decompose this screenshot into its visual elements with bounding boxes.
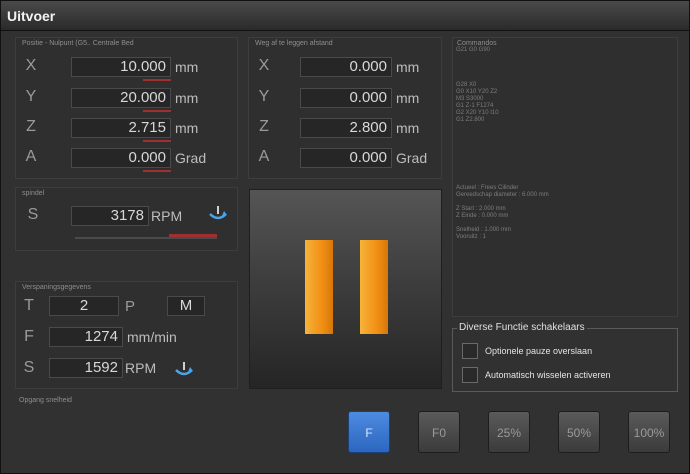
optional-pause-checkbox[interactable] — [462, 343, 478, 359]
distance-value-a: 0.000 — [300, 148, 392, 168]
spindle-label: S — [27, 206, 39, 223]
spindle-track — [75, 237, 217, 239]
override-button-2[interactable]: 25% — [488, 411, 530, 453]
speed-value: 1592 — [49, 358, 123, 378]
tool-info-line: Gereedschap diameter : 6.000 mm — [456, 192, 549, 198]
tool-info-line: Actueel : Frees Cilinder — [456, 185, 519, 191]
tool-label: T — [24, 297, 34, 314]
command-line: M3 S3000 — [456, 96, 484, 102]
feed-label: F — [24, 328, 34, 345]
spindle-panel-title: spindel — [22, 190, 45, 197]
position-value-z: 2.715 — [71, 118, 171, 138]
position-unit-y: mm — [175, 90, 199, 106]
spindle-rotation-icon — [209, 206, 227, 220]
command-line: G0 X10 Y20 Z2 — [456, 89, 498, 95]
switch-optional-pause[interactable]: Optionele pauze overslaan — [462, 343, 662, 361]
tool-number-value: 2 — [49, 296, 119, 316]
position-load-bar-y — [143, 110, 171, 112]
spindle-speed-value: 3178 — [71, 206, 149, 226]
speed-unit: RPM — [125, 360, 157, 376]
pause-icon-left — [305, 240, 333, 334]
position-unit-z: mm — [175, 120, 199, 136]
distance-unit-x: mm — [396, 59, 420, 75]
distance-axis-label-x: X — [258, 57, 270, 74]
distance-axis-label-a: A — [258, 148, 270, 165]
commands-panel: Commandos — [452, 37, 678, 317]
auto-change-checkbox[interactable] — [462, 367, 478, 383]
pause-icon-right — [360, 240, 388, 334]
command-line: G21 G0 G90 — [456, 47, 491, 53]
position-panel-title: Positie - Nulpunt (G5.. Centrale Bed — [22, 40, 134, 47]
distance-value-y: 0.000 — [300, 88, 392, 108]
command-line: G2 X20 Y10 I10 — [456, 110, 499, 116]
distance-unit-z: mm — [396, 120, 420, 136]
position-axis-label-a: A — [25, 148, 37, 165]
feed-unit: mm/min — [127, 329, 177, 345]
position-unit-a: Grad — [175, 150, 207, 166]
output-window: Uitvoer Positie - Nulpunt (G5.. Centrale… — [0, 0, 690, 474]
override-button-4[interactable]: 100% — [628, 411, 670, 453]
position-value-x: 10.000 — [71, 57, 171, 77]
tool-info-line: Z Start : 2.000 mm — [456, 206, 506, 212]
title-bar: Uitvoer — [1, 1, 689, 31]
command-line: G28 X0 — [456, 82, 477, 88]
distance-axis-label-z: Z — [259, 118, 269, 135]
p-label: P — [125, 298, 136, 315]
feed-value: 1274 — [49, 327, 123, 347]
speed-label: S — [23, 359, 35, 376]
position-load-bar-x — [143, 79, 171, 81]
position-unit-x: mm — [175, 59, 199, 75]
pause-button[interactable] — [249, 189, 442, 389]
tool-info-line: Snelheid : 1.000 mm — [456, 227, 512, 233]
position-axis-label-z: Z — [26, 118, 36, 135]
distance-unit-a: Grad — [396, 150, 428, 166]
tool-info-line: Z Einde : 0.000 mm — [456, 213, 509, 219]
position-axis-label-x: X — [25, 57, 37, 74]
override-button-0[interactable]: F — [348, 411, 390, 453]
position-value-a: 0.000 — [71, 148, 171, 168]
override-button-3[interactable]: 50% — [558, 411, 600, 453]
command-line: G1 Z-1 F1274 — [456, 103, 494, 109]
tool-info-line: Vooruitz : 1 — [456, 234, 487, 240]
distance-unit-y: mm — [396, 90, 420, 106]
window-title: Uitvoer — [7, 8, 56, 24]
override-button-1[interactable]: F0 — [418, 411, 460, 453]
switch-auto-change[interactable]: Automatisch wisselen activeren — [462, 367, 662, 385]
optional-pause-label: Optionele pauze overslaan — [485, 346, 593, 356]
position-value-y: 20.000 — [71, 88, 171, 108]
auto-change-label: Automatisch wisselen activeren — [485, 370, 611, 380]
function-switches-title: Diverse Functie schakelaars — [457, 322, 587, 333]
rapid-speed-label: Opgang snelheid — [19, 397, 72, 404]
position-load-bar-a — [143, 170, 171, 172]
distance-value-x: 0.000 — [300, 57, 392, 77]
position-load-bar-z — [143, 140, 171, 142]
function-switches: Diverse Functie schakelaars Optionele pa… — [452, 322, 678, 392]
machining-panel-title: Verspaningsgegevens — [22, 284, 91, 291]
distance-axis-label-y: Y — [258, 88, 270, 105]
position-axis-label-y: Y — [25, 88, 37, 105]
commands-panel-title: Commandos — [457, 40, 497, 47]
distance-value-z: 2.800 — [300, 118, 392, 138]
spindle-unit: RPM — [151, 208, 183, 224]
command-line: G1 Z2.800 — [456, 117, 485, 123]
speed-rotation-icon — [175, 362, 193, 376]
m-button[interactable]: M — [167, 296, 205, 316]
distance-panel-title: Weg af te leggen afstand — [255, 40, 333, 47]
